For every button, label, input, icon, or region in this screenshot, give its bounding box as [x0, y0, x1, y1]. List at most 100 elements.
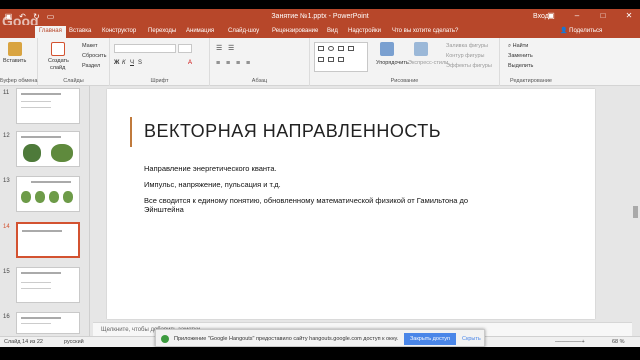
maximize-icon[interactable]: □ — [596, 11, 610, 20]
arrange-icon[interactable] — [380, 42, 394, 56]
shape-outline-button[interactable]: Контур фигуры — [446, 53, 484, 59]
vertical-scrollbar[interactable] — [632, 86, 640, 336]
zoom-slider[interactable]: –──────+ — [555, 339, 585, 345]
slide-thumbnail[interactable] — [16, 267, 80, 303]
tab-addins[interactable]: Надстройки — [348, 28, 381, 34]
group-slides: Создать слайд Макет Сбросить Раздел Слай… — [38, 38, 110, 86]
paste-button[interactable]: Вставить — [3, 58, 26, 64]
group-paragraph: ☰ ☰ ≡ ≡ ≡ ≡ Абзац — [210, 38, 310, 86]
triangle-shape-icon[interactable] — [318, 57, 324, 62]
align-right-icon[interactable]: ≡ — [236, 60, 240, 67]
slide-thumbnail[interactable] — [16, 88, 80, 124]
find-label: Найти — [512, 43, 529, 49]
hangouts-share-bar: Приложение "Google Hangouts" предоставил… — [155, 329, 485, 347]
tab-slideshow[interactable]: Слайд-шоу — [228, 28, 259, 34]
tab-view[interactable]: Вид — [327, 28, 338, 34]
new-slide-icon[interactable] — [51, 42, 65, 56]
thumb-number: 11 — [3, 90, 10, 96]
shape-fill-button[interactable]: Заливка фигуры — [446, 43, 488, 49]
shapes-gallery[interactable] — [314, 42, 368, 72]
bold-icon[interactable]: Ж — [114, 60, 119, 66]
oval-shape-icon[interactable] — [328, 46, 334, 51]
slide-thumbnail[interactable] — [16, 131, 80, 167]
thumb-number: 15 — [3, 269, 10, 275]
body-line: Направление энергетического кванта. — [144, 164, 277, 173]
bullets-icon[interactable]: ☰ — [216, 44, 222, 52]
tell-me-search[interactable]: Что вы хотите сделать? — [392, 28, 458, 34]
font-size-field[interactable] — [178, 44, 192, 53]
replace-button[interactable]: Заменить — [508, 53, 533, 59]
tab-review[interactable]: Рецензирование — [272, 28, 318, 34]
align-left-icon[interactable]: ≡ — [216, 60, 220, 67]
font-color-icon[interactable]: A — [188, 60, 192, 66]
hangouts-message: Приложение "Google Hangouts" предоставил… — [174, 336, 399, 342]
arrange-button[interactable]: Упорядочить — [376, 60, 409, 66]
title-accent-bar — [130, 117, 132, 147]
group-label-editing: Редактирование — [510, 78, 552, 84]
tab-insert[interactable]: Вставка — [69, 28, 91, 34]
body-line: Все сводится к единому понятию, обновлен… — [144, 196, 469, 214]
arrow-shape-icon[interactable] — [328, 57, 334, 62]
slide-thumbnails-pane[interactable]: 11 12 13 14 15 16 — [0, 86, 90, 336]
group-drawing: Упорядочить Экспресс-стили Заливка фигур… — [310, 38, 500, 86]
new-slide-button[interactable]: Создать — [48, 58, 69, 64]
hide-button[interactable]: Скрыть — [462, 336, 481, 342]
align-center-icon[interactable]: ≡ — [226, 60, 230, 67]
shape-effects-button[interactable]: Эффекты фигуры — [446, 63, 492, 69]
workspace: 11 12 13 14 15 16 ВЕКТОРНАЯ НАПРАВЛЕННОС… — [0, 86, 640, 336]
star-shape-icon[interactable] — [338, 57, 344, 62]
tab-transitions[interactable]: Переходы — [148, 28, 176, 34]
layout-button[interactable]: Макет — [82, 43, 98, 49]
slide-thumbnail[interactable] — [16, 176, 80, 212]
select-button[interactable]: Выделить — [508, 63, 533, 69]
group-label-drawing: Рисование — [390, 78, 419, 84]
thumb-number: 16 — [3, 314, 10, 320]
section-button[interactable]: Раздел — [82, 63, 100, 69]
group-clipboard: Вставить Буфер обмена — [0, 38, 38, 86]
textbox-shape-icon[interactable] — [338, 46, 344, 51]
quick-styles-icon[interactable] — [414, 42, 428, 56]
thumb-number: 14 — [3, 224, 10, 230]
scrollbar-thumb[interactable] — [633, 206, 638, 218]
language-indicator[interactable]: русский — [64, 339, 84, 345]
paste-icon[interactable] — [8, 42, 22, 56]
group-editing: ⌕ Найти Заменить Выделить Редактирование — [500, 38, 562, 86]
slide-canvas[interactable]: ВЕКТОРНАЯ НАПРАВЛЕННОСТЬ Направление эне… — [107, 89, 595, 319]
minimize-icon[interactable]: – — [570, 11, 584, 20]
find-button[interactable]: ⌕ Найти — [508, 43, 528, 50]
title-bar: ▣ ↶ ↻ ▭ Занятие №1.pptx - PowerPoint Вхо… — [0, 9, 640, 25]
slide-thumbnail[interactable] — [16, 312, 80, 334]
justify-icon[interactable]: ≡ — [246, 60, 250, 67]
thumb-number: 12 — [3, 133, 10, 139]
quick-styles-button[interactable]: Экспресс-стили — [408, 60, 448, 66]
group-label-clipboard: Буфер обмена — [0, 78, 38, 84]
share-label: Поделиться — [569, 28, 603, 34]
reset-button[interactable]: Сбросить — [82, 53, 106, 59]
underline-icon[interactable]: Ч — [130, 60, 134, 66]
numbering-icon[interactable]: ☰ — [228, 44, 234, 52]
slide-counter: Слайд 14 из 22 — [4, 339, 43, 345]
tab-home[interactable]: Главная — [35, 26, 66, 38]
strikethrough-icon[interactable]: S — [138, 60, 142, 66]
hangouts-icon — [161, 335, 169, 343]
ribbon-display-icon[interactable]: ▣ — [544, 11, 558, 20]
tab-animation[interactable]: Анимация — [186, 28, 214, 34]
slide-body[interactable]: Направление энергетического кванта. Импу… — [144, 164, 484, 221]
line-shape-icon[interactable] — [348, 46, 354, 51]
rectangle-shape-icon[interactable] — [318, 46, 324, 51]
close-icon[interactable]: ✕ — [622, 11, 636, 20]
share-button[interactable]: 👤 Поделиться — [560, 27, 602, 34]
group-label-slides: Слайды — [63, 78, 84, 84]
slide-title[interactable]: ВЕКТОРНАЯ НАПРАВЛЕННОСТЬ — [144, 121, 441, 142]
group-label-font: Шрифт — [150, 78, 169, 84]
group-font: Ж К Ч S A Шрифт — [110, 38, 210, 86]
powerpoint-window: ▣ ↶ ↻ ▭ Занятие №1.pptx - PowerPoint Вхо… — [0, 0, 640, 360]
share-icon: 👤 — [560, 28, 570, 34]
zoom-level[interactable]: 68 % — [612, 339, 625, 345]
thumb-number: 13 — [3, 178, 10, 184]
slide-thumbnail-active[interactable] — [16, 222, 80, 258]
italic-icon[interactable]: К — [122, 60, 126, 66]
tab-design[interactable]: Конструктор — [102, 28, 136, 34]
stop-sharing-button[interactable]: Закрыть доступ — [404, 333, 456, 345]
font-name-field[interactable] — [114, 44, 176, 53]
